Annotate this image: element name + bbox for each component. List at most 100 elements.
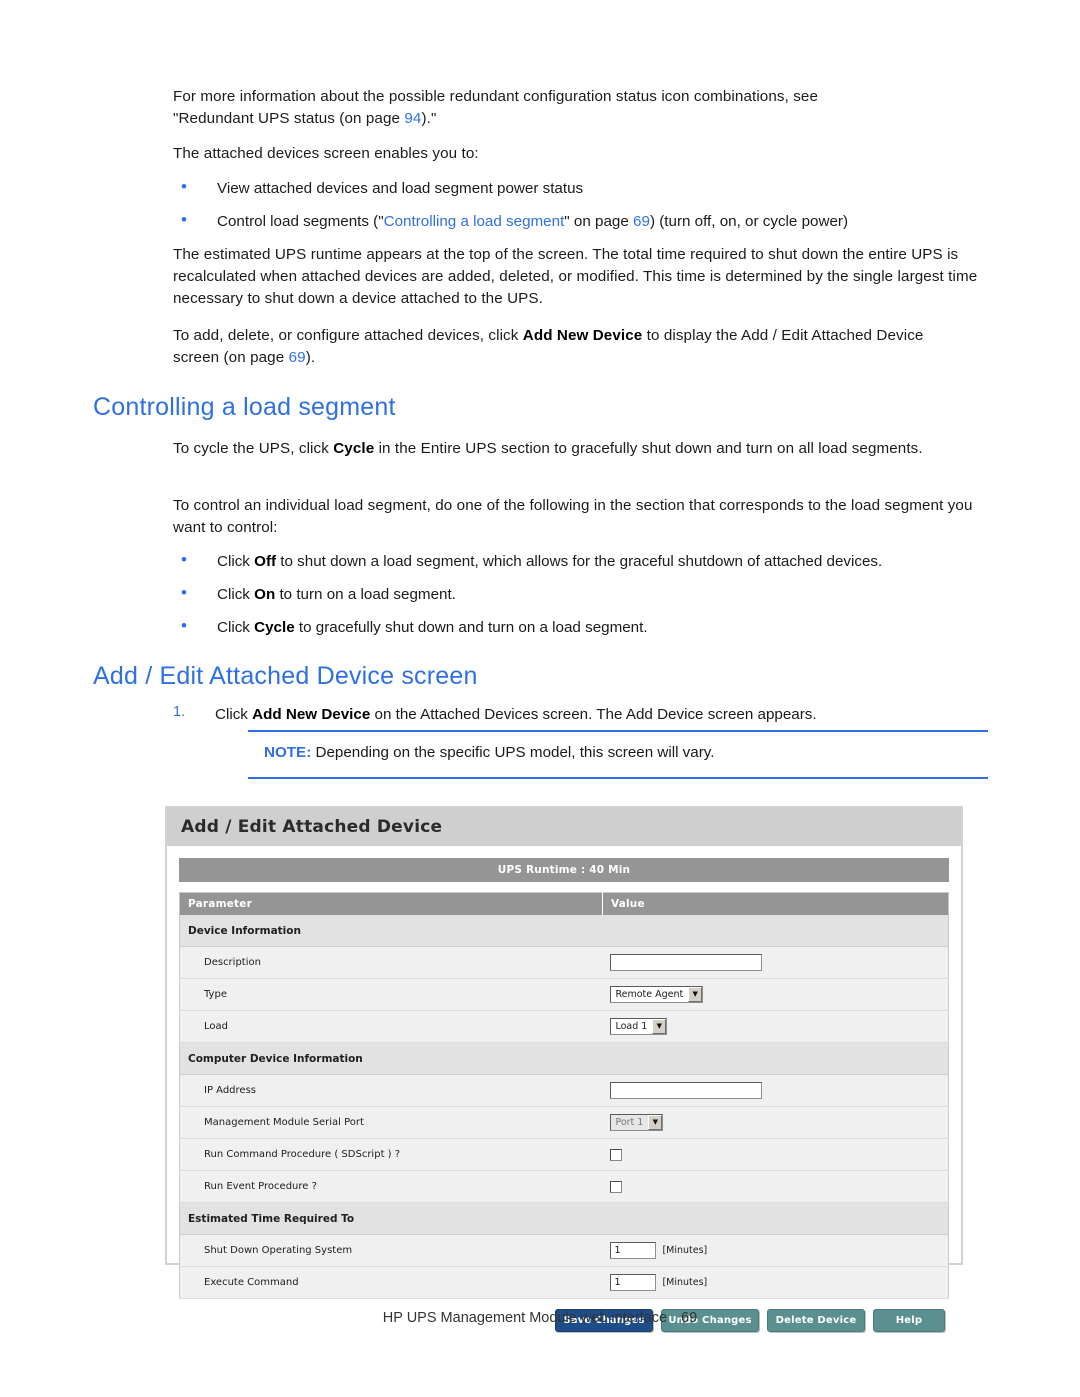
paragraph-estimated-runtime: The estimated UPS runtime appears at the… <box>173 246 978 308</box>
paragraph-cycle-ups: To cycle the UPS, click Cycle in the Ent… <box>173 438 963 460</box>
list-item-label: Click Off to shut down a load segment, w… <box>217 551 882 573</box>
row-value-description <box>602 946 949 979</box>
page-link-94[interactable]: 94 <box>404 110 421 127</box>
column-header-parameter: Parameter <box>179 892 603 915</box>
list-item-label: Click Cycle to gracefully shut down and … <box>217 617 648 639</box>
note-rule-bottom <box>248 777 988 779</box>
table-row-type: Type Remote Agent ▼ <box>179 978 949 1011</box>
table-row-run-event-procedure: Run Event Procedure ? <box>179 1170 949 1203</box>
p4-pre: To add, delete, or configure attached de… <box>173 327 523 344</box>
table-row-description: Description <box>179 946 949 979</box>
row-label-ip-address: IP Address <box>179 1074 603 1107</box>
ups-runtime-banner: UPS Runtime : 40 Min <box>179 858 949 882</box>
note-label: NOTE: <box>264 744 312 761</box>
table-row-load: Load Load 1 ▼ <box>179 1010 949 1043</box>
row-label-type: Type <box>179 978 603 1011</box>
serial-port-select-value: Port 1 <box>615 1117 644 1128</box>
app-content: UPS Runtime : 40 Min Parameter Value Dev… <box>167 846 961 1332</box>
list-item-click-off: • Click Off to shut down a load segment,… <box>173 550 993 573</box>
load-select-value: Load 1 <box>615 1021 648 1032</box>
table-group-row-computer-device-information: Computer Device Information <box>179 1042 949 1075</box>
row-value-execute-command: 1 [Minutes] <box>602 1266 949 1299</box>
app-page-title: Add / Edit Attached Device <box>181 817 443 837</box>
load-select[interactable]: Load 1 ▼ <box>610 1018 668 1035</box>
serial-port-select[interactable]: Port 1 ▼ <box>610 1114 664 1131</box>
section-heading-controlling-a-load-segment: Controlling a load segment <box>93 393 396 421</box>
list-item-text-pre: Click <box>217 586 255 603</box>
row-label-load: Load <box>179 1010 603 1043</box>
document-page: For more information about the possible … <box>0 0 1080 1397</box>
paragraph-control-individual-segment: To control an individual load segment, d… <box>173 497 973 537</box>
row-value-type: Remote Agent ▼ <box>602 978 949 1011</box>
row-value-ip-address <box>602 1074 949 1107</box>
footer-text: HP UPS Management Module web interface <box>382 1310 668 1326</box>
type-select-value: Remote Agent <box>615 989 684 1000</box>
table-group-row-estimated-time-required-to: Estimated Time Required To <box>179 1202 949 1235</box>
group-label: Computer Device Information <box>179 1042 949 1075</box>
list-item-text-pre: Click <box>217 553 255 570</box>
paragraph-redundant-info: For more information about the possible … <box>173 86 963 130</box>
note-body: NOTE: Depending on the specific UPS mode… <box>248 732 988 777</box>
row-value-run-event-procedure <box>602 1170 949 1203</box>
parameters-table: Parameter Value Device Information Descr… <box>179 892 949 1299</box>
description-input[interactable] <box>610 954 763 971</box>
note-text: Depending on the specific UPS model, thi… <box>311 744 715 761</box>
p1-line2-pre: "Redundant UPS status (on page <box>173 110 405 128</box>
run-event-procedure-checkbox[interactable] <box>610 1180 623 1193</box>
list-item-text-post: to shut down a load segment, which allow… <box>276 553 883 570</box>
row-label-description: Description <box>179 946 603 979</box>
chevron-down-icon[interactable]: ▼ <box>652 1019 667 1034</box>
row-value-serial-port: Port 1 ▼ <box>602 1106 949 1139</box>
group-label: Estimated Time Required To <box>179 1202 949 1235</box>
ip-address-input[interactable] <box>610 1082 763 1099</box>
ui-label-off: Off <box>254 553 277 570</box>
paragraph-enables-you-to: The attached devices screen enables you … <box>173 145 479 162</box>
section-heading-add-edit-attached-device-screen: Add / Edit Attached Device screen <box>93 662 478 690</box>
ui-label-add-new-device: Add New Device <box>522 327 643 344</box>
table-row-ip-address: IP Address <box>179 1074 949 1107</box>
list-item-label: Control load segments ("Controlling a lo… <box>217 211 848 233</box>
row-label-shut-down-operating-system: Shut Down Operating System <box>179 1234 603 1267</box>
column-header-value: Value <box>602 892 949 915</box>
list-item-text: View attached devices and load segment p… <box>217 180 584 197</box>
page-link-69-b[interactable]: 69 <box>289 349 306 366</box>
execute-command-input[interactable]: 1 <box>610 1274 657 1291</box>
row-label-execute-command: Execute Command <box>179 1266 603 1299</box>
list-item-text-post: to gracefully shut down and turn on a lo… <box>294 619 648 636</box>
ui-label-on: On <box>254 586 276 603</box>
shut-down-os-unit: [Minutes] <box>662 1245 708 1256</box>
link-controlling-a-load-segment[interactable]: Controlling a load segment <box>384 213 565 230</box>
p1-line2-post: )." <box>421 110 437 128</box>
list-item-text-pre: Click <box>217 619 255 636</box>
page-footer: HP UPS Management Module web interface 69 <box>0 1310 1080 1326</box>
p5-post: in the Entire UPS section to gracefully … <box>374 440 923 457</box>
table-row-shut-down-operating-system: Shut Down Operating System 1 [Minutes] <box>179 1234 949 1267</box>
table-group-row-device-information: Device Information <box>179 915 949 947</box>
run-command-procedure-checkbox[interactable] <box>610 1148 623 1161</box>
row-value-run-command-procedure <box>602 1138 949 1171</box>
list-item-label: View attached devices and load segment p… <box>217 178 583 200</box>
type-select[interactable]: Remote Agent ▼ <box>610 986 704 1003</box>
step-text-post: on the Attached Devices screen. The Add … <box>370 706 817 723</box>
execute-command-unit: [Minutes] <box>662 1277 708 1288</box>
table-header-row: Parameter Value <box>179 892 949 915</box>
list-item-text-mid: " on page <box>564 213 634 230</box>
chevron-down-icon[interactable]: ▼ <box>648 1115 663 1130</box>
shut-down-os-input[interactable]: 1 <box>610 1242 657 1259</box>
group-label: Device Information <box>179 915 949 947</box>
p5-pre: To cycle the UPS, click <box>173 440 334 457</box>
app-screenshot-add-edit-attached-device: Add / Edit Attached Device UPS Runtime :… <box>165 806 963 1332</box>
page-link-69-a[interactable]: 69 <box>633 213 650 230</box>
page-number: 69 <box>681 1310 698 1326</box>
row-label-run-command-procedure: Run Command Procedure ( SDScript ) ? <box>179 1138 603 1171</box>
chevron-down-icon[interactable]: ▼ <box>688 987 703 1002</box>
table-row-run-command-procedure: Run Command Procedure ( SDScript ) ? <box>179 1138 949 1171</box>
bullet-icon: • <box>181 616 187 635</box>
row-label-run-event-procedure: Run Event Procedure ? <box>179 1170 603 1203</box>
ui-label-cycle: Cycle <box>333 440 375 457</box>
paragraph-add-new-device: To add, delete, or configure attached de… <box>173 325 973 369</box>
list-item-label: Click On to turn on a load segment. <box>217 584 456 606</box>
bullet-icon: • <box>181 583 187 602</box>
bullet-icon: • <box>181 177 187 196</box>
list-item-text-pre: Control load segments (" <box>217 213 384 230</box>
